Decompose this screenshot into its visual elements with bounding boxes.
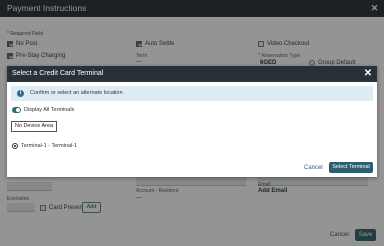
select-terminal-button[interactable]: Select Terminal xyxy=(329,162,373,173)
select-terminal-dialog: Select a Credit Card Terminal ✕ i Confir… xyxy=(7,66,377,177)
close-icon[interactable]: ✕ xyxy=(363,69,373,79)
info-banner: i Confirm or select an alternate locatio… xyxy=(11,86,373,101)
display-all-terminals-toggle[interactable] xyxy=(12,107,21,113)
terminal-radio[interactable] xyxy=(12,143,18,149)
device-area-tab[interactable]: No Device Area xyxy=(11,121,57,132)
info-icon: i xyxy=(17,90,24,97)
toggle-label: Display All Terminals xyxy=(24,107,75,113)
info-text: Confirm or select an alternate location xyxy=(30,90,123,96)
cancel-button[interactable]: Cancel xyxy=(304,165,323,171)
terminal-label: Terminal-1 - Terminal-1 xyxy=(21,143,78,149)
dialog-title: Select a Credit Card Terminal xyxy=(7,66,377,82)
